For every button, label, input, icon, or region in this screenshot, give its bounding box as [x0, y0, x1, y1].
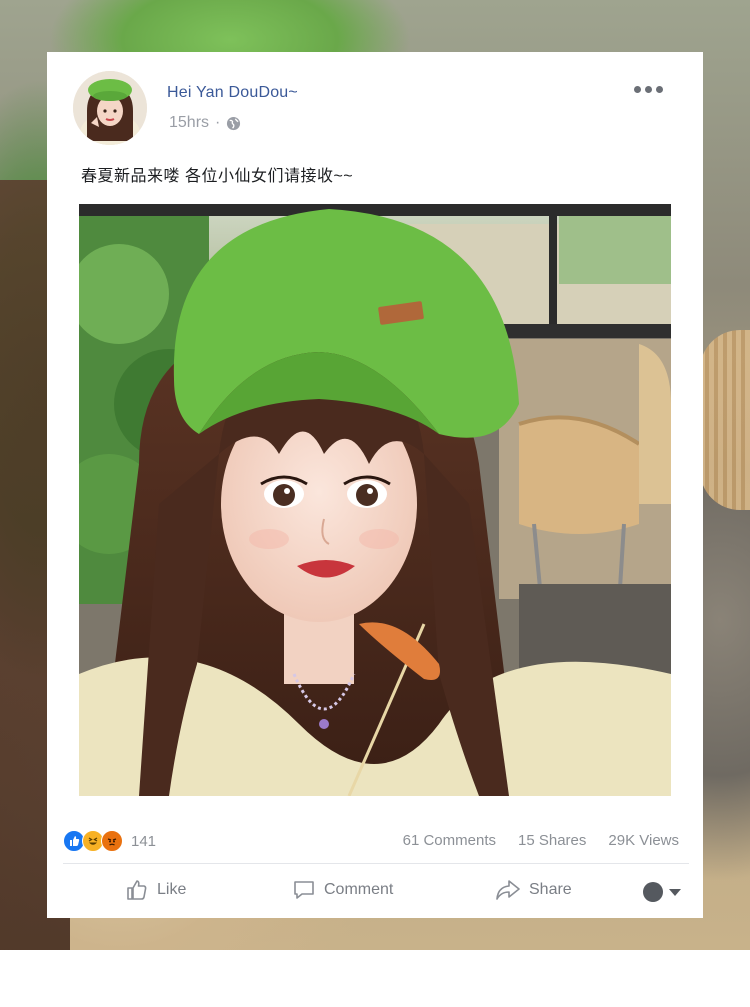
share-label: Share	[529, 881, 572, 898]
globe-icon[interactable]	[226, 116, 241, 131]
more-dot	[645, 86, 652, 93]
shares-count[interactable]: 15 Shares	[518, 832, 586, 849]
author-name[interactable]: Hei Yan DouDou~	[167, 84, 298, 102]
caret-down-icon	[669, 888, 681, 896]
more-dot	[656, 86, 663, 93]
avatar-image	[73, 71, 147, 145]
comment-label: Comment	[324, 881, 394, 898]
audience-selector[interactable]	[643, 882, 681, 902]
share-arrow-icon	[496, 880, 520, 900]
more-dot	[634, 86, 641, 93]
post-photo[interactable]	[79, 204, 671, 796]
thumbs-up-icon	[127, 880, 147, 900]
post-timestamp[interactable]: 15hrs	[169, 114, 209, 132]
background-chair	[700, 330, 750, 510]
bottom-margin	[0, 950, 750, 1007]
comment-button[interactable]: Comment	[292, 878, 393, 902]
profile-dot-icon	[643, 882, 663, 902]
selfie-illustration	[79, 204, 671, 796]
post-meta: 15hrs ·	[169, 114, 241, 132]
reaction-count: 141	[131, 832, 157, 850]
more-options-icon[interactable]	[634, 86, 663, 93]
like-button[interactable]: Like	[125, 878, 186, 902]
author-avatar[interactable]	[73, 71, 147, 145]
share-button[interactable]: Share	[495, 878, 572, 902]
post-caption: 春夏新品来喽 各位小仙女们请接收~~	[81, 168, 354, 185]
post-card: Hei Yan DouDou~ 15hrs · 春夏新品来喽 各位小仙女们请接收…	[47, 52, 703, 918]
meta-separator: ·	[215, 114, 221, 131]
comment-bubble-icon	[294, 881, 314, 899]
comments-count[interactable]: 61 Comments	[403, 832, 496, 849]
reaction-summary[interactable]: 141	[63, 830, 156, 852]
angry-reaction-icon	[101, 830, 123, 852]
engagement-stats: 61 Comments 15 Shares 29K Views	[403, 832, 679, 849]
views-count: 29K Views	[608, 832, 679, 849]
action-divider	[63, 863, 689, 864]
like-label: Like	[157, 881, 187, 898]
